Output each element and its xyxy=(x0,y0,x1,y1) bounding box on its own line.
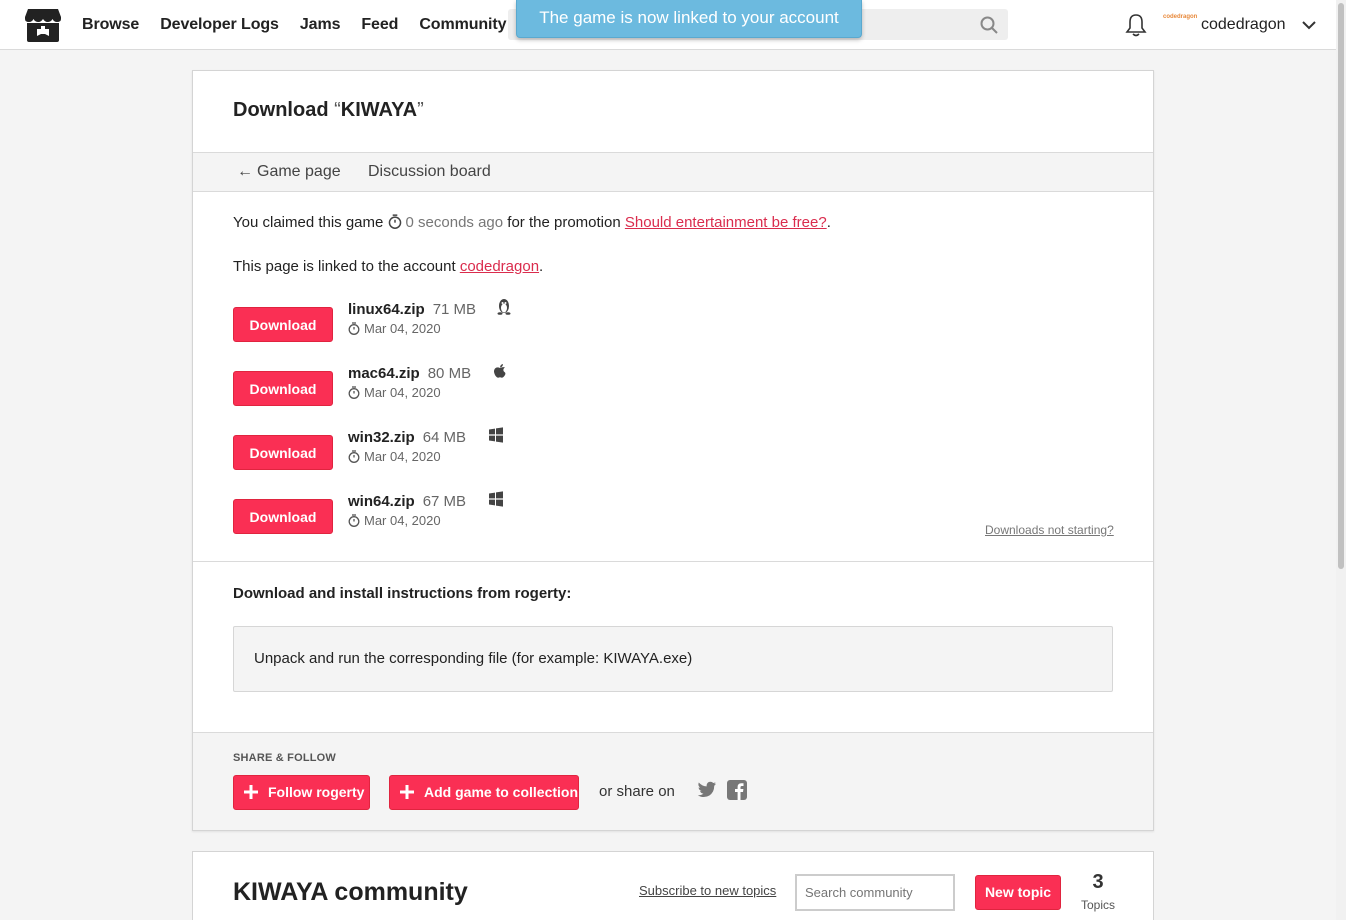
share-follow-section: SHARE & FOLLOW Follow rogerty Add game t… xyxy=(193,732,1153,830)
facebook-icon[interactable] xyxy=(727,780,747,800)
windows-icon xyxy=(489,427,503,443)
download-button[interactable]: Download xyxy=(233,307,333,342)
topics-count: 3 xyxy=(1092,871,1104,893)
or-share-label: or share on xyxy=(599,783,675,800)
stopwatch-icon xyxy=(348,386,360,399)
main-nav: Browse Developer Logs Jams Feed Communit… xyxy=(82,0,527,50)
file-name: win32.zip 64 MB xyxy=(348,429,467,446)
instructions-body: Unpack and run the corresponding file (f… xyxy=(233,626,1113,692)
nav-browse[interactable]: Browse xyxy=(82,16,139,34)
stopwatch-icon xyxy=(388,214,401,229)
download-panel: Download “KIWAYA” ← Game page Discussion … xyxy=(192,70,1154,831)
topics-label: Topics xyxy=(1080,898,1115,912)
share-follow-label: SHARE & FOLLOW xyxy=(233,752,337,764)
file-name: win64.zip 67 MB xyxy=(348,493,467,510)
scrollbar-thumb[interactable] xyxy=(1338,3,1344,569)
page-tabs: ← Game page Discussion board xyxy=(193,152,1153,192)
account-link[interactable]: codedragon xyxy=(460,258,539,275)
download-button[interactable]: Download xyxy=(233,371,333,406)
file-date: Mar 04, 2020 xyxy=(348,513,441,528)
site-header: Browse Developer Logs Jams Feed Communit… xyxy=(0,0,1346,50)
download-row: Download mac64.zip 80 MB Mar 04, 2020 xyxy=(233,364,1113,407)
download-button[interactable]: Download xyxy=(233,435,333,470)
download-row: Download win64.zip 67 MB Mar 04, 2020 xyxy=(233,491,1113,535)
follow-button[interactable]: Follow rogerty xyxy=(233,775,370,810)
download-button[interactable]: Download xyxy=(233,499,333,534)
stopwatch-icon xyxy=(348,514,360,527)
page-scrollbar[interactable] xyxy=(1336,0,1346,920)
username[interactable]: codedragon xyxy=(1201,0,1286,50)
linux-icon xyxy=(497,299,511,315)
arrow-left-icon: ← xyxy=(237,163,253,180)
windows-icon xyxy=(489,491,503,507)
tab-game-page[interactable]: ← Game page xyxy=(237,153,341,191)
page-title: Download “KIWAYA” xyxy=(233,99,424,121)
plus-icon xyxy=(244,785,258,799)
claim-message: You claimed this game 0 seconds ago for … xyxy=(233,214,831,231)
chevron-down-icon[interactable] xyxy=(1300,16,1318,34)
file-date: Mar 04, 2020 xyxy=(348,449,441,464)
community-panel: KIWAYA community Subscribe to new topics… xyxy=(192,851,1154,920)
nav-developer-logs[interactable]: Developer Logs xyxy=(160,16,279,34)
apple-icon xyxy=(494,364,506,378)
file-name: linux64.zip 71 MB xyxy=(348,301,477,318)
downloads-not-starting-link[interactable]: Downloads not starting? xyxy=(985,523,1114,537)
itchio-logo-icon[interactable] xyxy=(24,7,62,43)
notification-bell-icon[interactable] xyxy=(1125,13,1147,37)
file-date: Mar 04, 2020 xyxy=(348,321,441,336)
divider xyxy=(193,561,1153,562)
file-name: mac64.zip 80 MB xyxy=(348,365,472,382)
add-to-collection-button[interactable]: Add game to collection xyxy=(389,775,579,810)
subscribe-link[interactable]: Subscribe to new topics xyxy=(639,883,776,898)
instructions-title: Download and install instructions from r… xyxy=(233,585,572,602)
community-search-input[interactable] xyxy=(795,874,955,911)
tab-discussion-board[interactable]: Discussion board xyxy=(368,153,491,191)
nav-jams[interactable]: Jams xyxy=(300,16,341,34)
promotion-link[interactable]: Should entertainment be free? xyxy=(625,214,827,231)
plus-icon xyxy=(400,785,414,799)
community-title: KIWAYA community xyxy=(233,878,468,906)
download-row: Download linux64.zip 71 MB Mar 04, 2020 xyxy=(233,299,1113,343)
avatar[interactable]: codedragon xyxy=(1163,14,1197,34)
linked-toast: The game is now linked to your account xyxy=(516,0,862,38)
nav-feed[interactable]: Feed xyxy=(361,16,398,34)
nav-community[interactable]: Community xyxy=(419,16,506,34)
linked-account-message: This page is linked to the account coded… xyxy=(233,258,544,275)
file-date: Mar 04, 2020 xyxy=(348,385,441,400)
stopwatch-icon xyxy=(348,322,360,335)
search-icon[interactable] xyxy=(980,16,998,34)
twitter-icon[interactable] xyxy=(697,781,717,799)
download-row: Download win32.zip 64 MB Mar 04, 2020 xyxy=(233,427,1113,471)
new-topic-button[interactable]: New topic xyxy=(975,875,1061,910)
stopwatch-icon xyxy=(348,450,360,463)
